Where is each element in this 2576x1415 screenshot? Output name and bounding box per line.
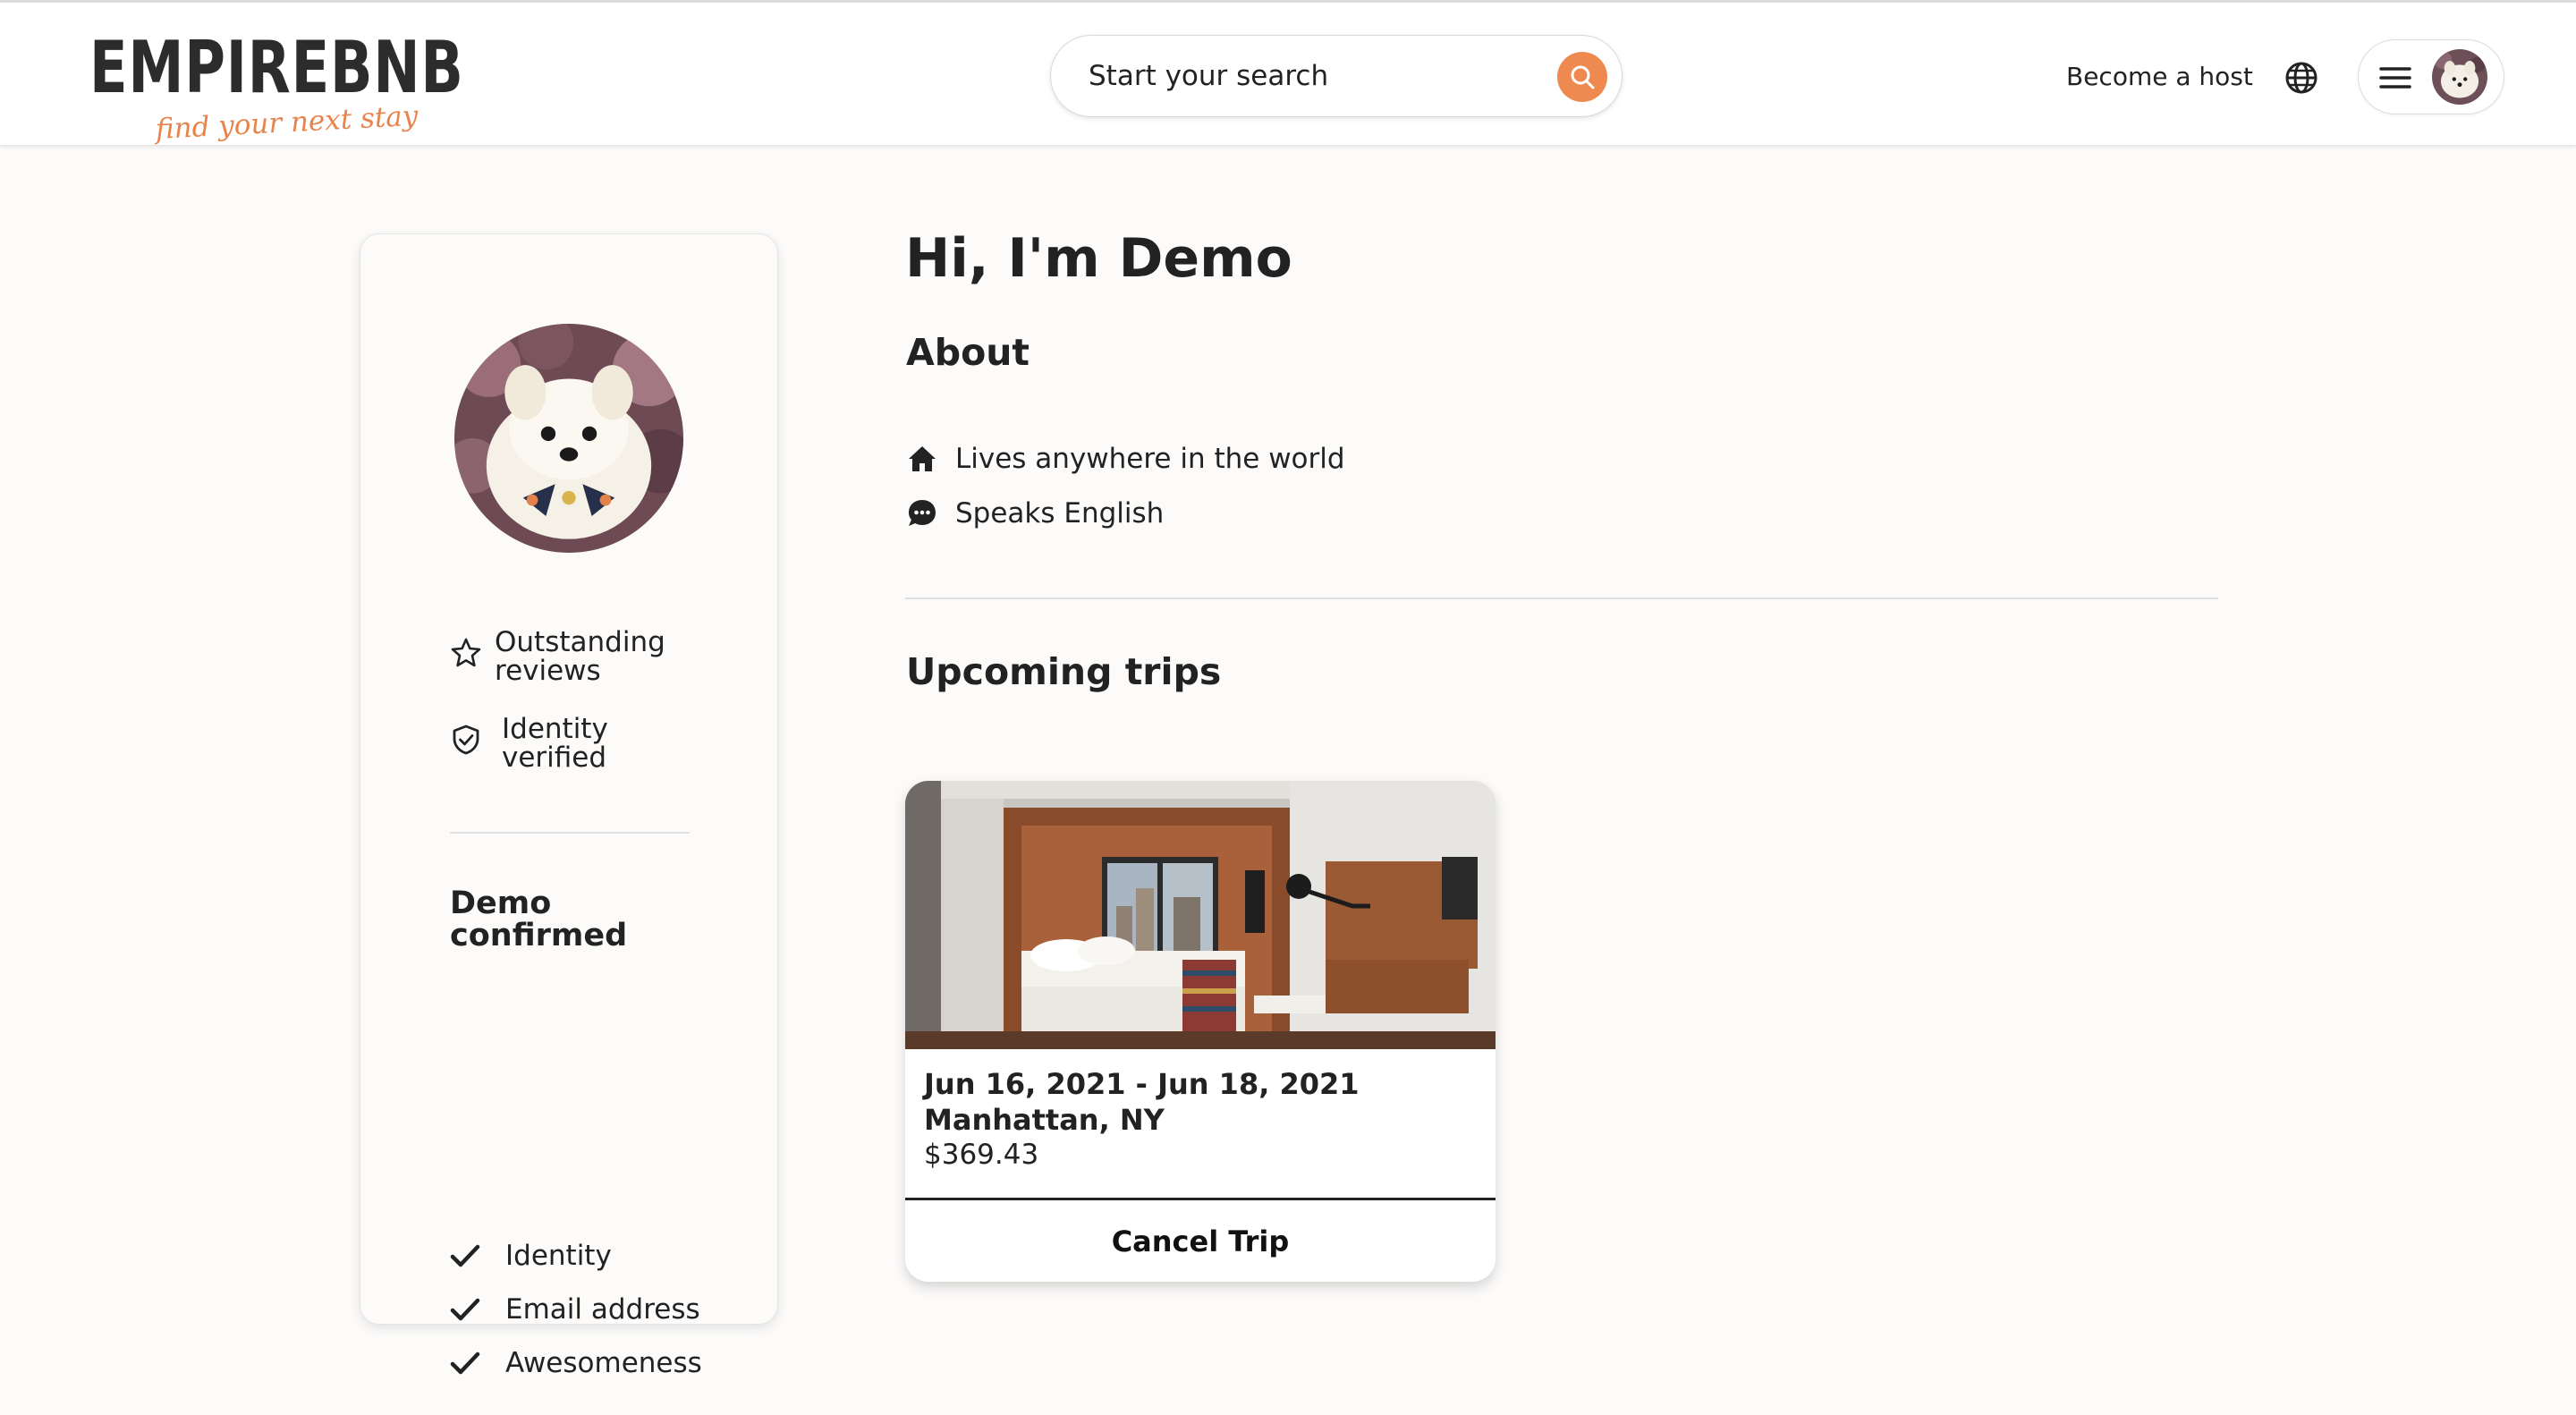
search-input[interactable] bbox=[1089, 54, 1518, 98]
globe-icon[interactable] bbox=[2284, 60, 2319, 96]
trip-card[interactable]: Jun 16, 2021 - Jun 18, 2021 Manhattan, N… bbox=[905, 781, 1496, 1282]
top-nav: EMPIREBNB find your next stay Become a h… bbox=[0, 0, 2576, 146]
checkmark-icon bbox=[450, 1298, 480, 1321]
page-title: Hi, I'm Demo bbox=[905, 227, 1292, 290]
confirmed-item-email: Email address bbox=[450, 1293, 700, 1326]
avatar bbox=[2432, 49, 2487, 105]
about-item-text: Lives anywhere in the world bbox=[955, 443, 1345, 475]
about-item-text: Speaks English bbox=[955, 497, 1165, 530]
cancel-trip-button[interactable]: Cancel Trip bbox=[905, 1198, 1496, 1282]
user-menu-button[interactable] bbox=[2358, 39, 2504, 114]
confirmed-heading: Demo confirmed bbox=[450, 885, 628, 953]
trip-location: Manhattan, NY bbox=[924, 1103, 1165, 1137]
home-icon bbox=[909, 446, 936, 471]
checkmark-icon bbox=[450, 1244, 480, 1267]
logo-wordmark: EMPIREBNB bbox=[89, 26, 464, 109]
card-divider bbox=[450, 832, 690, 834]
search-button[interactable] bbox=[1557, 52, 1607, 102]
dog-photo-icon bbox=[454, 324, 683, 553]
chat-bubble-icon bbox=[909, 500, 936, 526]
about-heading: About bbox=[906, 331, 1030, 374]
profile-card: Outstanding reviews Identity verified De… bbox=[360, 233, 778, 1379]
hamburger-menu-icon bbox=[2379, 67, 2411, 89]
confirmed-item-label: Identity bbox=[505, 1240, 612, 1272]
section-divider bbox=[905, 597, 2218, 599]
confirmed-item-identity: Identity bbox=[450, 1240, 612, 1272]
about-item-language: Speaks English bbox=[905, 496, 1164, 530]
profile-photo bbox=[454, 324, 683, 553]
about-item-location: Lives anywhere in the world bbox=[905, 442, 1345, 476]
trip-dates: Jun 16, 2021 - Jun 18, 2021 bbox=[924, 1067, 1360, 1101]
badge-outstanding-reviews: Outstanding reviews bbox=[450, 628, 674, 685]
trip-listing-photo bbox=[905, 781, 1496, 1049]
shield-check-icon bbox=[453, 724, 479, 755]
confirmed-item-awesomeness: Awesomeness bbox=[450, 1347, 702, 1379]
confirmed-item-label: Awesomeness bbox=[505, 1347, 702, 1379]
checkmark-icon bbox=[450, 1351, 480, 1375]
search-bar[interactable] bbox=[1050, 35, 1623, 117]
badge-label: Identity verified bbox=[502, 713, 608, 774]
badge-label: Outstanding reviews bbox=[495, 626, 665, 687]
badge-identity-verified: Identity verified bbox=[450, 715, 627, 772]
star-icon bbox=[451, 638, 481, 667]
upcoming-trips-heading: Upcoming trips bbox=[906, 650, 1222, 693]
dog-avatar-icon bbox=[2432, 49, 2487, 105]
search-icon bbox=[1571, 65, 1595, 89]
confirmed-item-label: Email address bbox=[505, 1293, 700, 1326]
trip-price: $369.43 bbox=[924, 1139, 1039, 1171]
brand-logo[interactable]: EMPIREBNB find your next stay bbox=[89, 28, 463, 153]
become-a-host-link[interactable]: Become a host bbox=[2066, 62, 2253, 91]
